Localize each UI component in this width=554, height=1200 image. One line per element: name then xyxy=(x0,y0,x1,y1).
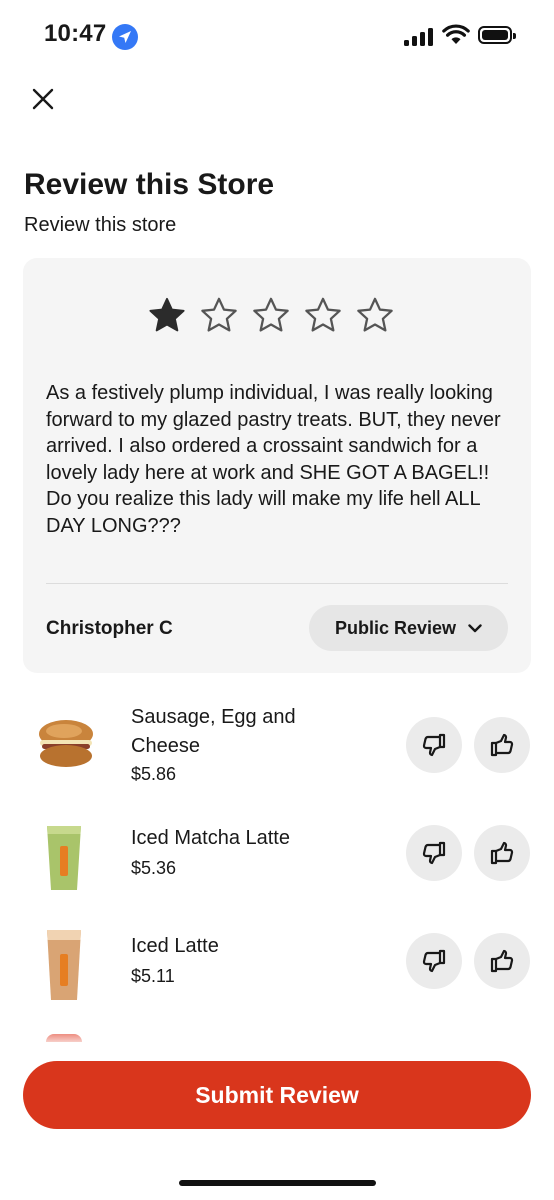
star-1-filled-icon[interactable] xyxy=(148,296,186,334)
item-name: Iced Matcha Latte xyxy=(131,827,290,849)
page-title: Review this Store xyxy=(24,168,275,201)
reviewer-name: Christopher C xyxy=(46,618,173,639)
star-4-empty-icon[interactable] xyxy=(304,296,342,334)
star-5-empty-icon[interactable] xyxy=(356,296,394,334)
submit-review-button[interactable]: Submit Review xyxy=(23,1061,531,1129)
close-icon xyxy=(32,88,54,110)
home-indicator[interactable] xyxy=(179,1180,376,1186)
thumbs-up-button[interactable] xyxy=(474,717,530,773)
croissant-sandwich-image xyxy=(39,720,93,767)
review-visibility-dropdown[interactable]: Public Review xyxy=(309,605,508,651)
thumbs-down-button[interactable] xyxy=(406,825,462,881)
item-price: $5.36 xyxy=(131,858,177,878)
thumbs-down-button[interactable] xyxy=(406,717,462,773)
item-price: $5.86 xyxy=(131,764,177,784)
item-name: Iced Latte xyxy=(131,935,219,957)
list-item: Iced Latte $5.11 xyxy=(0,916,554,1012)
thumbs-up-icon xyxy=(490,841,514,865)
thumbs-up-icon xyxy=(490,733,514,757)
location-arrow-icon xyxy=(112,24,138,50)
star-2-empty-icon[interactable] xyxy=(200,296,238,334)
status-bar: 10:47 xyxy=(0,0,554,72)
star-rating xyxy=(148,296,394,334)
divider xyxy=(46,583,508,584)
page-subtitle: Review this store xyxy=(24,214,177,236)
item-name: Sausage, Egg and Cheese xyxy=(131,706,296,757)
status-time: 10:47 xyxy=(44,20,107,47)
chevron-down-icon xyxy=(468,623,482,632)
review-text-input[interactable]: As a festively plump individual, I was r… xyxy=(46,380,516,539)
cellular-signal-icon xyxy=(404,28,436,46)
close-button[interactable] xyxy=(24,80,62,118)
thumbs-down-icon xyxy=(422,841,446,865)
item-price: $5.11 xyxy=(131,966,175,986)
thumbs-up-icon xyxy=(490,949,514,973)
list-item: Sausage, Egg and Cheese $5.86 xyxy=(0,700,554,796)
iced-latte-cup-image xyxy=(47,930,81,1000)
thumbs-down-icon xyxy=(422,733,446,757)
wifi-icon xyxy=(442,24,470,44)
list-item: Iced Matcha Latte $5.36 xyxy=(0,808,554,904)
star-3-empty-icon[interactable] xyxy=(252,296,290,334)
battery-icon xyxy=(478,26,516,44)
scroll-fade xyxy=(0,1030,554,1060)
thumbs-down-icon xyxy=(422,949,446,973)
review-visibility-label: Public Review xyxy=(334,617,457,638)
thumbs-down-button[interactable] xyxy=(406,933,462,989)
thumbs-up-button[interactable] xyxy=(474,825,530,881)
thumbs-up-button[interactable] xyxy=(474,933,530,989)
iced-matcha-cup-image xyxy=(47,826,81,890)
